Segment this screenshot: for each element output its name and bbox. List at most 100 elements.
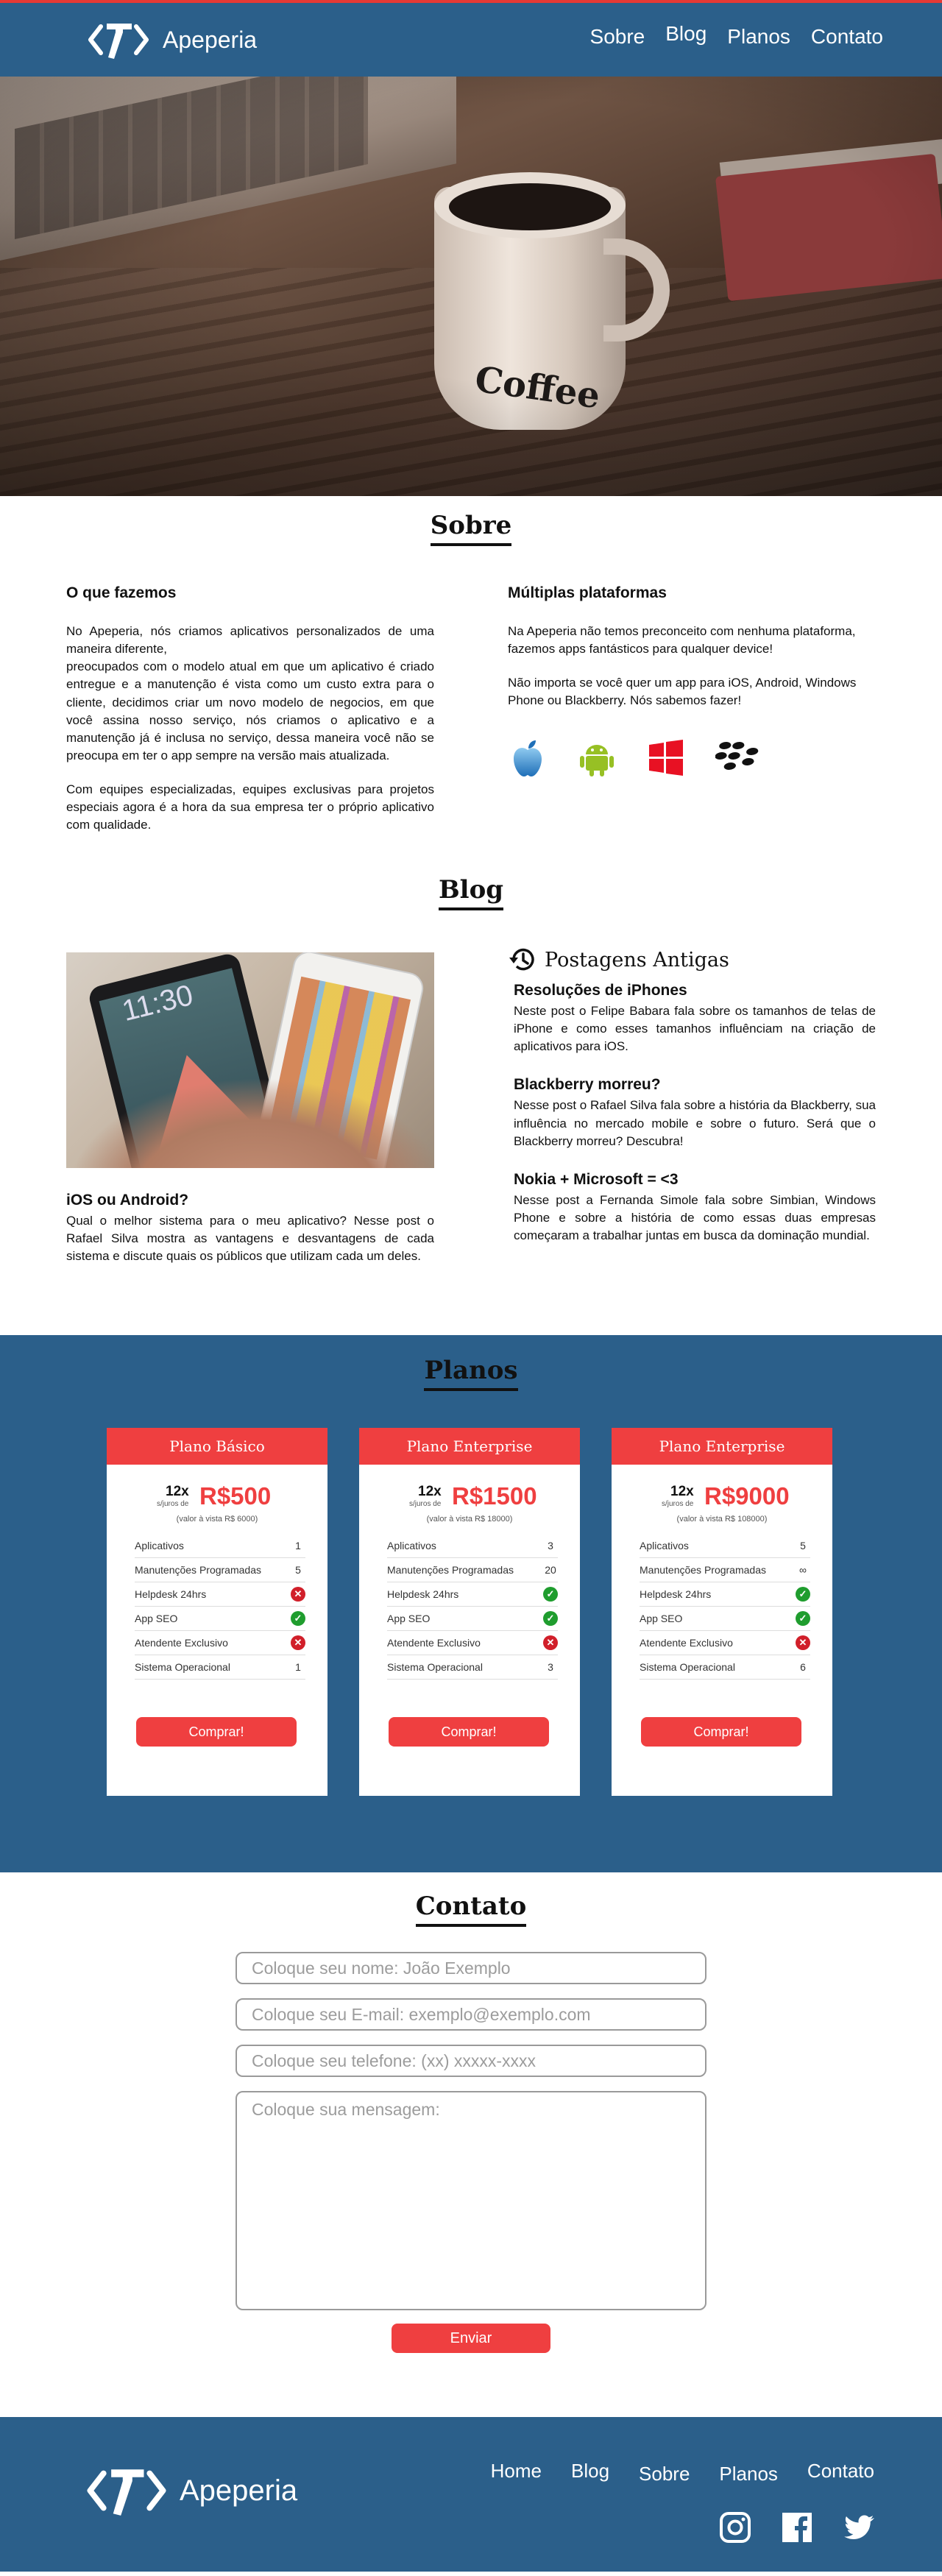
facebook-icon[interactable] [779,2509,815,2546]
old-post-title[interactable]: Nokia + Microsoft = <3 [514,1171,876,1189]
plan-installments: 12x [418,1484,442,1499]
feature-value: 5 [800,1540,806,1551]
footer-nav-planos[interactable]: Planos [719,2463,778,2485]
plan-interest: s/juros de [662,1500,694,1508]
sobre-title: Sobre [0,511,942,546]
o-que-fazemos-heading: O que fazemos [66,584,177,601]
plan-price: 12x s/juros de R$1500 (valor à vista R$ … [359,1465,580,1526]
feature-label: App SEO [387,1613,431,1624]
feature-value: 5 [295,1564,301,1576]
plan-price: 12x s/juros de R$9000 (valor à vista R$ … [612,1465,832,1526]
feature-row: App SEO ✓ [387,1607,558,1631]
featured-post: iOS ou Android? Qual o melhor sistema pa… [66,1192,434,1265]
cross-icon: ✕ [796,1635,810,1650]
planos-title: Planos [0,1356,942,1391]
check-icon: ✓ [796,1611,810,1626]
feature-label: Helpdesk 24hrs [135,1588,207,1600]
check-icon: ✓ [291,1611,305,1626]
feature-row: Aplicativos 5 [640,1534,810,1558]
featured-post-title[interactable]: iOS ou Android? [66,1192,434,1209]
plan-cards: Plano Básico 12x s/juros de R$500 (valor… [107,1428,832,1796]
nav-blog[interactable]: Blog [665,22,706,46]
plan-installments: 12x [670,1484,694,1499]
feature-row: Atendente Exclusivo ✕ [640,1631,810,1655]
feature-value: ∞ [799,1564,807,1576]
feature-row: Manutenções Programadas 20 [387,1558,558,1582]
feature-label: App SEO [640,1613,683,1624]
feature-label: Sistema Operacional [640,1661,735,1673]
feature-row: Helpdesk 24hrs ✓ [640,1582,810,1607]
windows-icon [649,739,683,776]
old-post-text: Nesse post a Fernanda Simole fala sobre … [514,1192,876,1242]
old-posts: Postagens Antigas Resoluções de iPhones … [508,945,876,1245]
feature-label: Atendente Exclusivo [387,1637,481,1649]
phone-field[interactable] [236,2045,706,2077]
old-post-title[interactable]: Resoluções de iPhones [514,982,876,999]
plan-features: Aplicativos 3 Manutenções Programadas 20 H… [387,1534,558,1680]
email-field[interactable] [236,1998,706,2031]
hammer-code-logo-icon [88,24,149,59]
cross-icon: ✕ [291,1587,305,1602]
send-button[interactable]: Enviar [392,2324,550,2353]
feature-row: Aplicativos 1 [135,1534,305,1558]
old-post-title[interactable]: Blackberry morreu? [514,1076,876,1094]
feature-row: Helpdesk 24hrs ✓ [387,1582,558,1607]
feature-label: Sistema Operacional [387,1661,483,1673]
feature-label: App SEO [135,1613,178,1624]
feature-label: Helpdesk 24hrs [640,1588,712,1600]
feature-row: App SEO ✓ [135,1607,305,1631]
footer-nav-sobre[interactable]: Sobre [639,2463,690,2485]
feature-label: Atendente Exclusivo [135,1637,228,1649]
cross-icon: ✕ [543,1635,558,1650]
planos-section: Planos Plano Básico 12x s/juros de R$500… [0,1335,942,1872]
platform-icons [508,738,876,778]
footer-brand: Apeperia [180,2474,298,2507]
instagram-icon[interactable] [717,2509,754,2546]
social-links [717,2509,877,2546]
feature-label: Manutenções Programadas [387,1564,514,1576]
plan-price-amount: R$500 [199,1482,272,1510]
plan-card: Plano Básico 12x s/juros de R$500 (valor… [107,1428,327,1796]
message-field[interactable] [236,2091,706,2310]
feature-row: Sistema Operacional 6 [640,1655,810,1680]
contato-section: Contato Enviar [0,1872,942,2417]
plan-name: Plano Enterprise [612,1428,832,1465]
footer-nav: Home Blog Sobre Planos Contato [491,2460,874,2485]
blackberry-icon [715,741,759,770]
feature-label: Manutenções Programadas [135,1564,261,1576]
plan-features: Aplicativos 5 Manutenções Programadas ∞ He… [640,1534,810,1680]
blog-section: Blog 11:30 iOS ou Android? Qual o melhor… [0,871,942,1335]
name-field[interactable] [236,1952,706,1984]
feature-label: Manutenções Programadas [640,1564,766,1576]
plan-name: Plano Enterprise [359,1428,580,1465]
blog-featured-image[interactable]: 11:30 [66,952,434,1168]
plan-name: Plano Básico [107,1428,327,1465]
feature-row: Manutenções Programadas ∞ [640,1558,810,1582]
android-icon [580,744,614,776]
twitter-icon[interactable] [840,2509,877,2546]
plan-cash-price: (valor à vista R$ 108000) [676,1515,768,1524]
plan-price-amount: R$9000 [704,1482,790,1510]
feature-value: 20 [545,1564,556,1576]
buy-button[interactable]: Comprar! [136,1717,297,1747]
plataformas-heading: Múltiplas plataformas [508,584,667,601]
footer-nav-contato[interactable]: Contato [807,2460,874,2483]
nav-contato[interactable]: Contato [811,25,883,49]
site-header: Apeperia Sobre Blog Planos Contato [0,3,942,77]
logo[interactable]: Apeperia [85,16,257,63]
feature-row: Atendente Exclusivo ✕ [387,1631,558,1655]
footer-logo[interactable]: Apeperia [82,2460,297,2522]
footer-nav-home[interactable]: Home [491,2460,542,2483]
nav-planos[interactable]: Planos [727,25,790,49]
hero-image: Coffee [0,77,942,496]
plan-price-amount: R$1500 [452,1482,537,1510]
plan-features: Aplicativos 1 Manutenções Programadas 5 He… [135,1534,305,1680]
buy-button[interactable]: Comprar! [641,1717,801,1747]
buy-button[interactable]: Comprar! [389,1717,549,1747]
feature-row: Helpdesk 24hrs ✕ [135,1582,305,1607]
nav-sobre[interactable]: Sobre [590,25,645,49]
feature-label: Atendente Exclusivo [640,1637,733,1649]
footer-nav-blog[interactable]: Blog [571,2460,609,2483]
contato-title: Contato [0,1892,942,1927]
feature-value: 1 [295,1661,301,1673]
